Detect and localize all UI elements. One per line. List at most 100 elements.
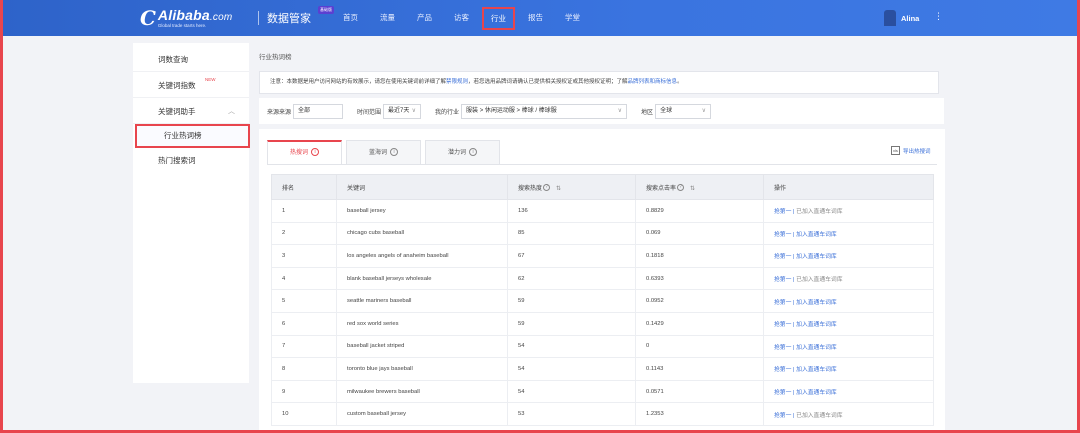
heat-cell: 67 xyxy=(507,244,636,268)
sidebar-item-word-query[interactable]: 词数查询 xyxy=(133,48,249,72)
tab-potential[interactable]: 潜力词 i xyxy=(425,140,500,164)
grab-first-link[interactable]: 抢第一 xyxy=(774,390,791,396)
grab-first-link[interactable]: 抢第一 xyxy=(774,254,791,260)
source-select[interactable]: 全部 xyxy=(293,103,344,119)
action-cell: 抢第一 | 加入直通车词库 xyxy=(763,221,934,246)
grab-first-link[interactable]: 抢第一 xyxy=(774,209,791,215)
ctr-cell: 0.0952 xyxy=(635,289,764,313)
keyword-cell: baseball jacket striped xyxy=(336,334,508,359)
grab-first-link[interactable]: 抢第一 xyxy=(774,322,791,328)
table-row: 3 los angeles angels of anaheim baseball 6… xyxy=(271,244,934,268)
nav-product[interactable]: 产品 xyxy=(417,0,432,36)
nav-academy[interactable]: 学堂 xyxy=(565,0,580,36)
grab-first-link[interactable]: 抢第一 xyxy=(774,345,791,351)
grab-first-link[interactable]: 抢第一 xyxy=(774,413,791,419)
logo-mark: C xyxy=(140,6,156,30)
industry-select[interactable]: 服装 > 休闲运动服 > 棒球 / 棒球服 ∨ xyxy=(461,103,628,119)
add-to-p4p-link[interactable]: 加入直通车词库 xyxy=(796,367,837,373)
header-divider xyxy=(258,11,259,25)
add-to-p4p-link[interactable]: 加入直通车词库 xyxy=(796,322,837,328)
time-range-select[interactable]: 最近7天 ∨ xyxy=(383,103,422,119)
add-to-p4p-link[interactable]: 加入直通车词库 xyxy=(796,390,837,396)
add-to-p4p-link[interactable]: 加入直通车词库 xyxy=(796,345,837,351)
keyword-cell: red sox world series xyxy=(336,311,508,336)
avatar xyxy=(884,10,896,26)
time-range-label: 时间范围 xyxy=(357,109,382,116)
add-to-p4p-link[interactable]: 加入直通车词库 xyxy=(796,300,837,306)
info-icon[interactable]: i xyxy=(311,148,319,157)
action-cell: 抢第一 | 已加入直通车词库 xyxy=(763,402,934,426)
sidebar-item-industry-hot-words[interactable]: 行业热词榜 xyxy=(135,124,250,148)
sidebar-item-keyword-index[interactable]: 关键词指数 NEW xyxy=(133,74,249,98)
col-rank: 排名 xyxy=(271,174,337,200)
notice-banner: 注意：本数据是用户访问网站的有效展示，请您在使用关键词前详细了解禁限规则，若您选… xyxy=(259,71,939,94)
info-icon[interactable]: i xyxy=(469,148,477,157)
sidebar-item-label: 关键词指数 xyxy=(158,81,196,90)
heat-cell: 59 xyxy=(507,311,636,336)
brand-list-link[interactable]: 品牌列表和商标信息 xyxy=(628,79,678,85)
add-to-p4p-link[interactable]: 加入直通车词库 xyxy=(796,232,837,238)
industry-label: 我的行业 xyxy=(435,109,460,116)
sidebar-item-hot-search-words[interactable]: 热门搜索词 xyxy=(133,149,249,173)
rank-cell: 9 xyxy=(271,379,337,404)
col-search-heat[interactable]: 搜索热度? ⇅ xyxy=(507,174,636,200)
grab-first-link[interactable]: 抢第一 xyxy=(774,367,791,373)
ctr-cell: 0.1143 xyxy=(635,357,764,381)
table-row: 5 seattle mariners baseball 59 0.0952 抢第一 | … xyxy=(271,289,934,313)
ctr-cell: 0.1429 xyxy=(635,311,764,336)
action-cell: 抢第一 | 加入直通车词库 xyxy=(763,244,934,268)
action-cell: 抢第一 | 加入直通车词库 xyxy=(763,311,934,336)
tab-hot-search[interactable]: 热搜词 i xyxy=(267,140,342,164)
ctr-cell: 0.8829 xyxy=(635,199,764,223)
source-label: 来源来源 xyxy=(267,109,292,116)
user-menu[interactable]: Alina xyxy=(884,10,919,26)
help-icon[interactable]: ? xyxy=(543,184,551,192)
heat-cell: 59 xyxy=(507,289,636,313)
info-icon[interactable]: i xyxy=(390,148,398,157)
help-icon[interactable]: ? xyxy=(677,184,685,192)
heat-cell: 53 xyxy=(507,402,636,426)
alibaba-logo[interactable]: C Alibaba.com Global trade starts here. xyxy=(140,6,232,30)
rank-cell: 3 xyxy=(271,244,337,268)
table-row: 10 custom baseball jersey 53 1.2353 抢第一 | 已加… xyxy=(271,402,934,426)
action-cell: 抢第一 | 已加入直通车词库 xyxy=(763,266,934,291)
heat-cell: 62 xyxy=(507,266,636,291)
col-click-rate[interactable]: 搜索点击率? ⇅ xyxy=(635,174,764,200)
sidebar-item-label: 词数查询 xyxy=(158,55,188,64)
logo-dotcom: .com xyxy=(209,11,233,23)
add-to-p4p-link[interactable]: 加入直通车词库 xyxy=(796,254,837,260)
col-actions: 操作 xyxy=(763,174,934,200)
tab-blue-ocean[interactable]: 蓝海词 i xyxy=(346,140,421,164)
word-type-tabs: 热搜词 i 蓝海词 i 潜力词 i xyxy=(267,140,504,164)
nav-traffic[interactable]: 流量 xyxy=(380,0,395,36)
keyword-cell: chicago cubs baseball xyxy=(336,221,508,246)
nav-report[interactable]: 报告 xyxy=(528,0,543,36)
keyword-cell: custom baseball jersey xyxy=(336,402,508,426)
grab-first-link[interactable]: 抢第一 xyxy=(774,277,791,283)
ctr-cell: 0.069 xyxy=(635,221,764,246)
add-to-p4p-link: 已加入直通车词库 xyxy=(796,209,843,216)
rank-cell: 5 xyxy=(271,289,337,313)
grab-first-link[interactable]: 抢第一 xyxy=(774,300,791,306)
sidebar-item-label: 热门搜索词 xyxy=(158,156,196,165)
more-menu-icon[interactable]: ⋮ xyxy=(934,11,943,22)
heat-cell: 54 xyxy=(507,379,636,404)
keyword-cell: los angeles angels of anaheim baseball xyxy=(336,244,508,268)
sort-icon[interactable]: ⇅ xyxy=(556,186,561,192)
table-row: 1 baseball jersey 136 0.8829 抢第一 | 已加入直通车词库 xyxy=(271,199,934,223)
nav-home[interactable]: 首页 xyxy=(343,0,358,36)
export-button[interactable]: xls 导出热搜词 xyxy=(891,146,931,155)
nav-visitor[interactable]: 访客 xyxy=(454,0,469,36)
nav-industry[interactable]: 行业 xyxy=(482,6,515,30)
rank-cell: 6 xyxy=(271,311,337,336)
region-select[interactable]: 全球 ∨ xyxy=(655,103,712,119)
table-row: 2 chicago cubs baseball 85 0.069 抢第一 | 加入直通车… xyxy=(271,221,934,246)
product-title[interactable]: 数据管家 xyxy=(267,10,311,26)
sidebar-item-keyword-assistant[interactable]: 关键词助手 ︿ xyxy=(133,100,249,124)
sort-icon[interactable]: ⇅ xyxy=(690,186,695,192)
table-row: 8 toronto blue jays baseball 54 0.1143 抢第一 |… xyxy=(271,357,934,381)
prohibited-rules-link[interactable]: 禁限规则 xyxy=(446,79,468,85)
grab-first-link[interactable]: 抢第一 xyxy=(774,232,791,238)
excel-icon: xls xyxy=(891,146,900,155)
table-row: 9 milwaukee brewers baseball 54 0.0571 抢第一 |… xyxy=(271,379,934,404)
